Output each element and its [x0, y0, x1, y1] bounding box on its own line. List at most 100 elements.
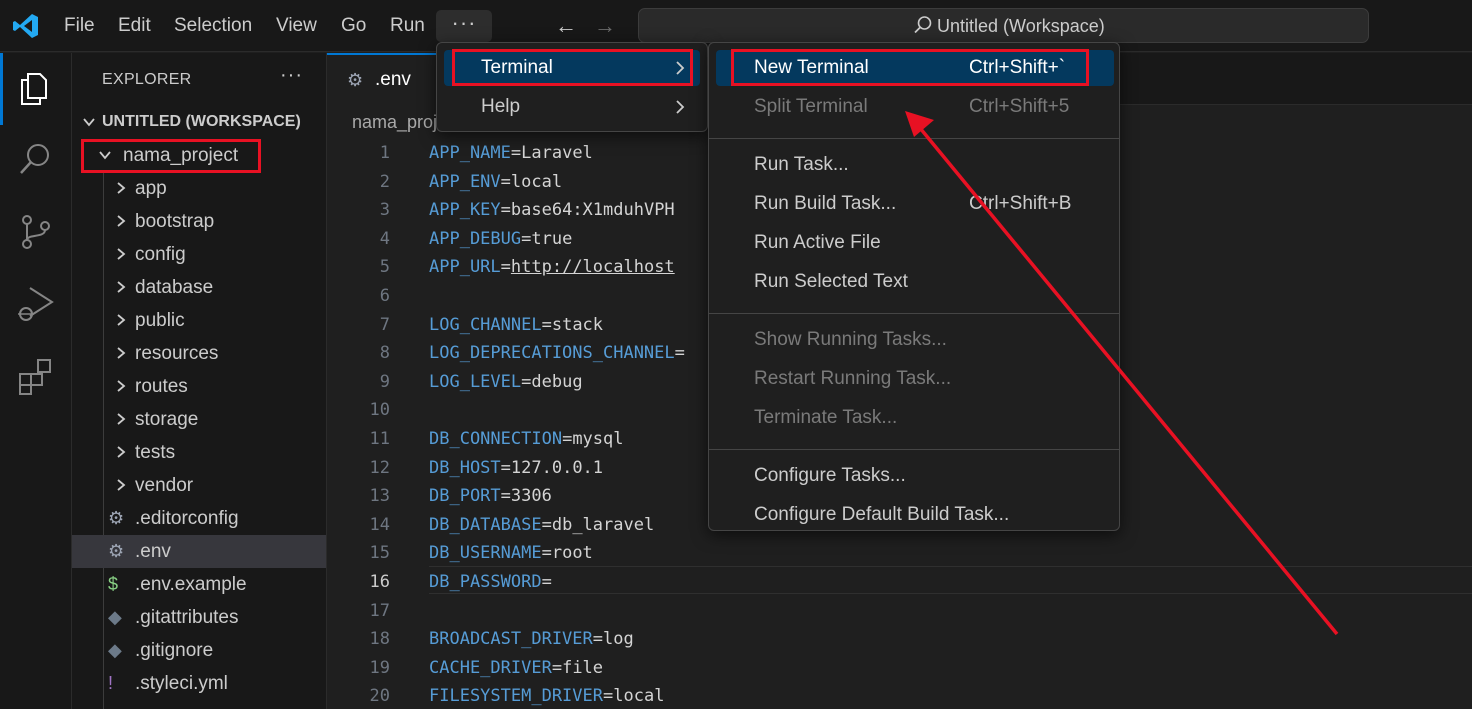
code-line: CACHE_DRIVER=file: [429, 654, 603, 683]
menu-item[interactable]: Configure Default Build Task...: [716, 497, 1114, 533]
tree-folder-vendor[interactable]: vendor: [72, 469, 326, 502]
code-line: LOG_DEPRECATIONS_CHANNEL=: [429, 339, 685, 368]
menu-item[interactable]: Run Task...: [716, 147, 1114, 183]
env-key: DB_HOST: [429, 457, 501, 478]
env-value: db_laravel: [551, 514, 655, 535]
line-number: 20: [369, 686, 390, 707]
gear-icon: ⚙: [108, 508, 125, 528]
forward-arrow-icon[interactable]: →: [594, 13, 616, 39]
tree-label: vendor: [135, 475, 194, 496]
chevron-right-icon: [117, 380, 126, 392]
source-control-icon[interactable]: [16, 212, 56, 252]
tab-label: .env: [375, 69, 411, 90]
menu-label: Restart Running Task...: [754, 368, 952, 389]
tree-label: .editorconfig: [135, 508, 239, 529]
line-number: 15: [369, 543, 390, 564]
tree-file[interactable]: ⚙ .env: [72, 535, 326, 568]
extensions-icon[interactable]: [16, 356, 56, 396]
tree-file[interactable]: ! .styleci.yml: [72, 667, 326, 700]
menu-label: Run Active File: [754, 232, 881, 253]
env-equals: =: [500, 257, 511, 278]
line-number: 9: [379, 371, 390, 392]
menu-label: Split Terminal: [754, 96, 868, 117]
tree-label: database: [135, 277, 214, 298]
breadcrumb[interactable]: nama_proj: [352, 112, 437, 133]
tree-label: app: [135, 178, 167, 199]
env-equals: =: [674, 343, 685, 364]
tree-file[interactable]: $ .env.example: [72, 568, 326, 601]
env-equals: =: [521, 371, 532, 392]
env-key: APP_NAME: [429, 143, 511, 163]
tree-folder-routes[interactable]: routes: [72, 370, 326, 403]
code-line: DB_HOST=127.0.0.1: [429, 454, 603, 483]
back-arrow-icon[interactable]: ←: [555, 13, 577, 39]
menu-run[interactable]: Run: [390, 13, 425, 39]
menu-edit[interactable]: Edit: [118, 13, 151, 39]
git-icon: ◆: [108, 607, 122, 627]
env-key: LOG_LEVEL: [429, 371, 522, 392]
git-icon: ◆: [108, 640, 122, 660]
line-number: 19: [369, 657, 390, 678]
menu-file[interactable]: File: [64, 13, 95, 39]
menu-item-help[interactable]: Help: [444, 89, 700, 125]
explorer-more-icon[interactable]: ···: [280, 64, 303, 87]
tree-label: storage: [135, 409, 199, 430]
tree-file[interactable]: ◆ .gitignore: [72, 634, 326, 667]
menu-item[interactable]: Run Selected Text: [716, 264, 1114, 300]
chevron-down-icon[interactable]: [82, 115, 96, 129]
tree-folder-bootstrap[interactable]: bootstrap: [72, 205, 326, 238]
tree-folder-public[interactable]: public: [72, 304, 326, 337]
workspace-title[interactable]: UNTITLED (WORKSPACE): [102, 112, 301, 132]
search-icon[interactable]: [16, 140, 56, 180]
vscode-logo-icon[interactable]: [12, 12, 40, 40]
menu-label: Help: [481, 96, 521, 117]
tree-label: tests: [135, 442, 176, 463]
menu-item[interactable]: Run Active File: [716, 225, 1114, 261]
explorer-title: EXPLORER: [102, 71, 192, 88]
menu-item: Split Terminal Ctrl+Shift+5: [716, 89, 1114, 125]
env-key: LOG_CHANNEL: [429, 314, 542, 335]
menu-selection[interactable]: Selection: [174, 13, 252, 39]
menu-item[interactable]: Run Build Task... Ctrl+Shift+B: [716, 186, 1114, 222]
tree-folder-database[interactable]: database: [72, 271, 326, 304]
menu-item: Show Running Tasks...: [716, 322, 1114, 358]
code-line: APP_NAME=Laravel: [429, 139, 593, 168]
menu-label: Run Task...: [754, 154, 849, 175]
explorer-icon[interactable]: [16, 68, 56, 108]
dollar-icon: $: [108, 574, 119, 594]
env-key: BROADCAST_DRIVER: [429, 629, 593, 650]
menu-shortcut: Ctrl+Shift+B: [969, 193, 1072, 214]
tree-file[interactable]: ⚙ .editorconfig: [72, 502, 326, 535]
line-number: 8: [379, 343, 390, 364]
menu-view[interactable]: View: [276, 13, 317, 39]
tree-folder-app[interactable]: app: [72, 172, 326, 205]
tree-folder-config[interactable]: config: [72, 238, 326, 271]
env-key: LOG_DEPRECATIONS_CHANNEL: [429, 343, 675, 364]
env-value: true: [531, 228, 573, 249]
tree-folder-resources[interactable]: resources: [72, 337, 326, 370]
menu-label: Configure Tasks...: [754, 465, 906, 486]
menu-go[interactable]: Go: [341, 13, 366, 39]
chevron-right-icon: [117, 446, 126, 458]
menu-item: Restart Running Task...: [716, 361, 1114, 397]
run-debug-icon[interactable]: [16, 284, 56, 324]
chevron-right-icon: [117, 479, 126, 491]
more-menu-button[interactable]: ···: [436, 10, 492, 42]
tree-folder-tests[interactable]: tests: [72, 436, 326, 469]
env-key: FILESYSTEM_DRIVER: [429, 686, 603, 707]
env-key: APP_URL: [429, 257, 501, 278]
annotation-box-project: [81, 139, 261, 173]
tree-file[interactable]: ◆ .gitattributes: [72, 601, 326, 634]
env-value: base64:X1mduhVPH: [510, 200, 675, 221]
menu-item[interactable]: Configure Tasks...: [716, 458, 1114, 494]
line-number: 4: [379, 228, 390, 249]
chevron-right-icon: [117, 314, 126, 326]
line-number: 16: [369, 572, 390, 592]
env-value: stack: [551, 314, 604, 335]
gear-icon: ⚙: [347, 70, 364, 90]
tree-label: .styleci.yml: [135, 673, 228, 694]
annotation-box-terminal: [452, 49, 693, 86]
env-value: debug: [531, 371, 583, 392]
menu-shortcut: Ctrl+Shift+5: [969, 96, 1070, 117]
tree-folder-storage[interactable]: storage: [72, 403, 326, 436]
